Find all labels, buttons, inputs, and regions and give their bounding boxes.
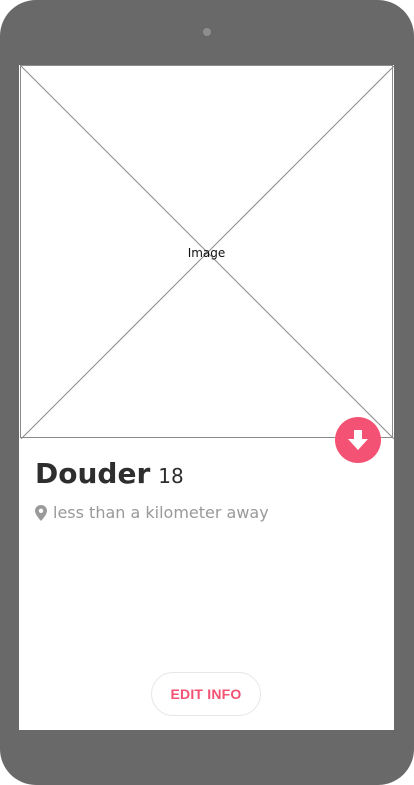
- profile-age: 18: [158, 464, 184, 488]
- profile-photo-placeholder: Image: [20, 65, 394, 439]
- download-button[interactable]: [335, 417, 381, 463]
- profile-name: Douder: [35, 457, 151, 490]
- device-frame: Image Douder 18 less than a kilometer aw…: [0, 0, 414, 785]
- map-pin-icon: [35, 504, 47, 521]
- image-placeholder-label: Image: [187, 246, 226, 260]
- name-age-row: Douder 18: [35, 457, 184, 490]
- location-distance: less than a kilometer away: [53, 503, 269, 522]
- edit-info-button[interactable]: EDIT INFO: [151, 672, 261, 716]
- location-row: less than a kilometer away: [35, 503, 269, 522]
- camera-dot: [203, 28, 211, 36]
- profile-screen: Image Douder 18 less than a kilometer aw…: [19, 65, 394, 730]
- arrow-down-icon: [348, 430, 368, 450]
